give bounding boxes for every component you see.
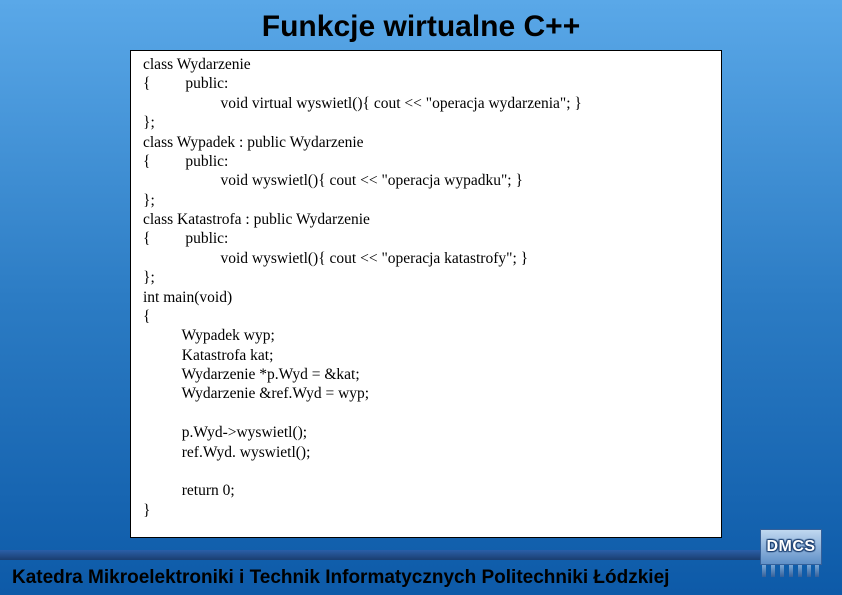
- logo-chip-icon: DMCS: [760, 529, 822, 565]
- logo-text: DMCS: [766, 538, 815, 556]
- slide-title: Funkcje wirtualne C++: [0, 0, 842, 50]
- dmcs-logo: DMCS: [760, 529, 830, 583]
- footer-bar: [0, 550, 760, 560]
- logo-pins-icon: [760, 565, 822, 577]
- code-box: class Wydarzenie { public: void virtual …: [130, 50, 722, 538]
- footer-text: Katedra Mikroelektroniki i Technik Infor…: [12, 567, 669, 589]
- code-content: class Wydarzenie { public: void virtual …: [143, 55, 709, 520]
